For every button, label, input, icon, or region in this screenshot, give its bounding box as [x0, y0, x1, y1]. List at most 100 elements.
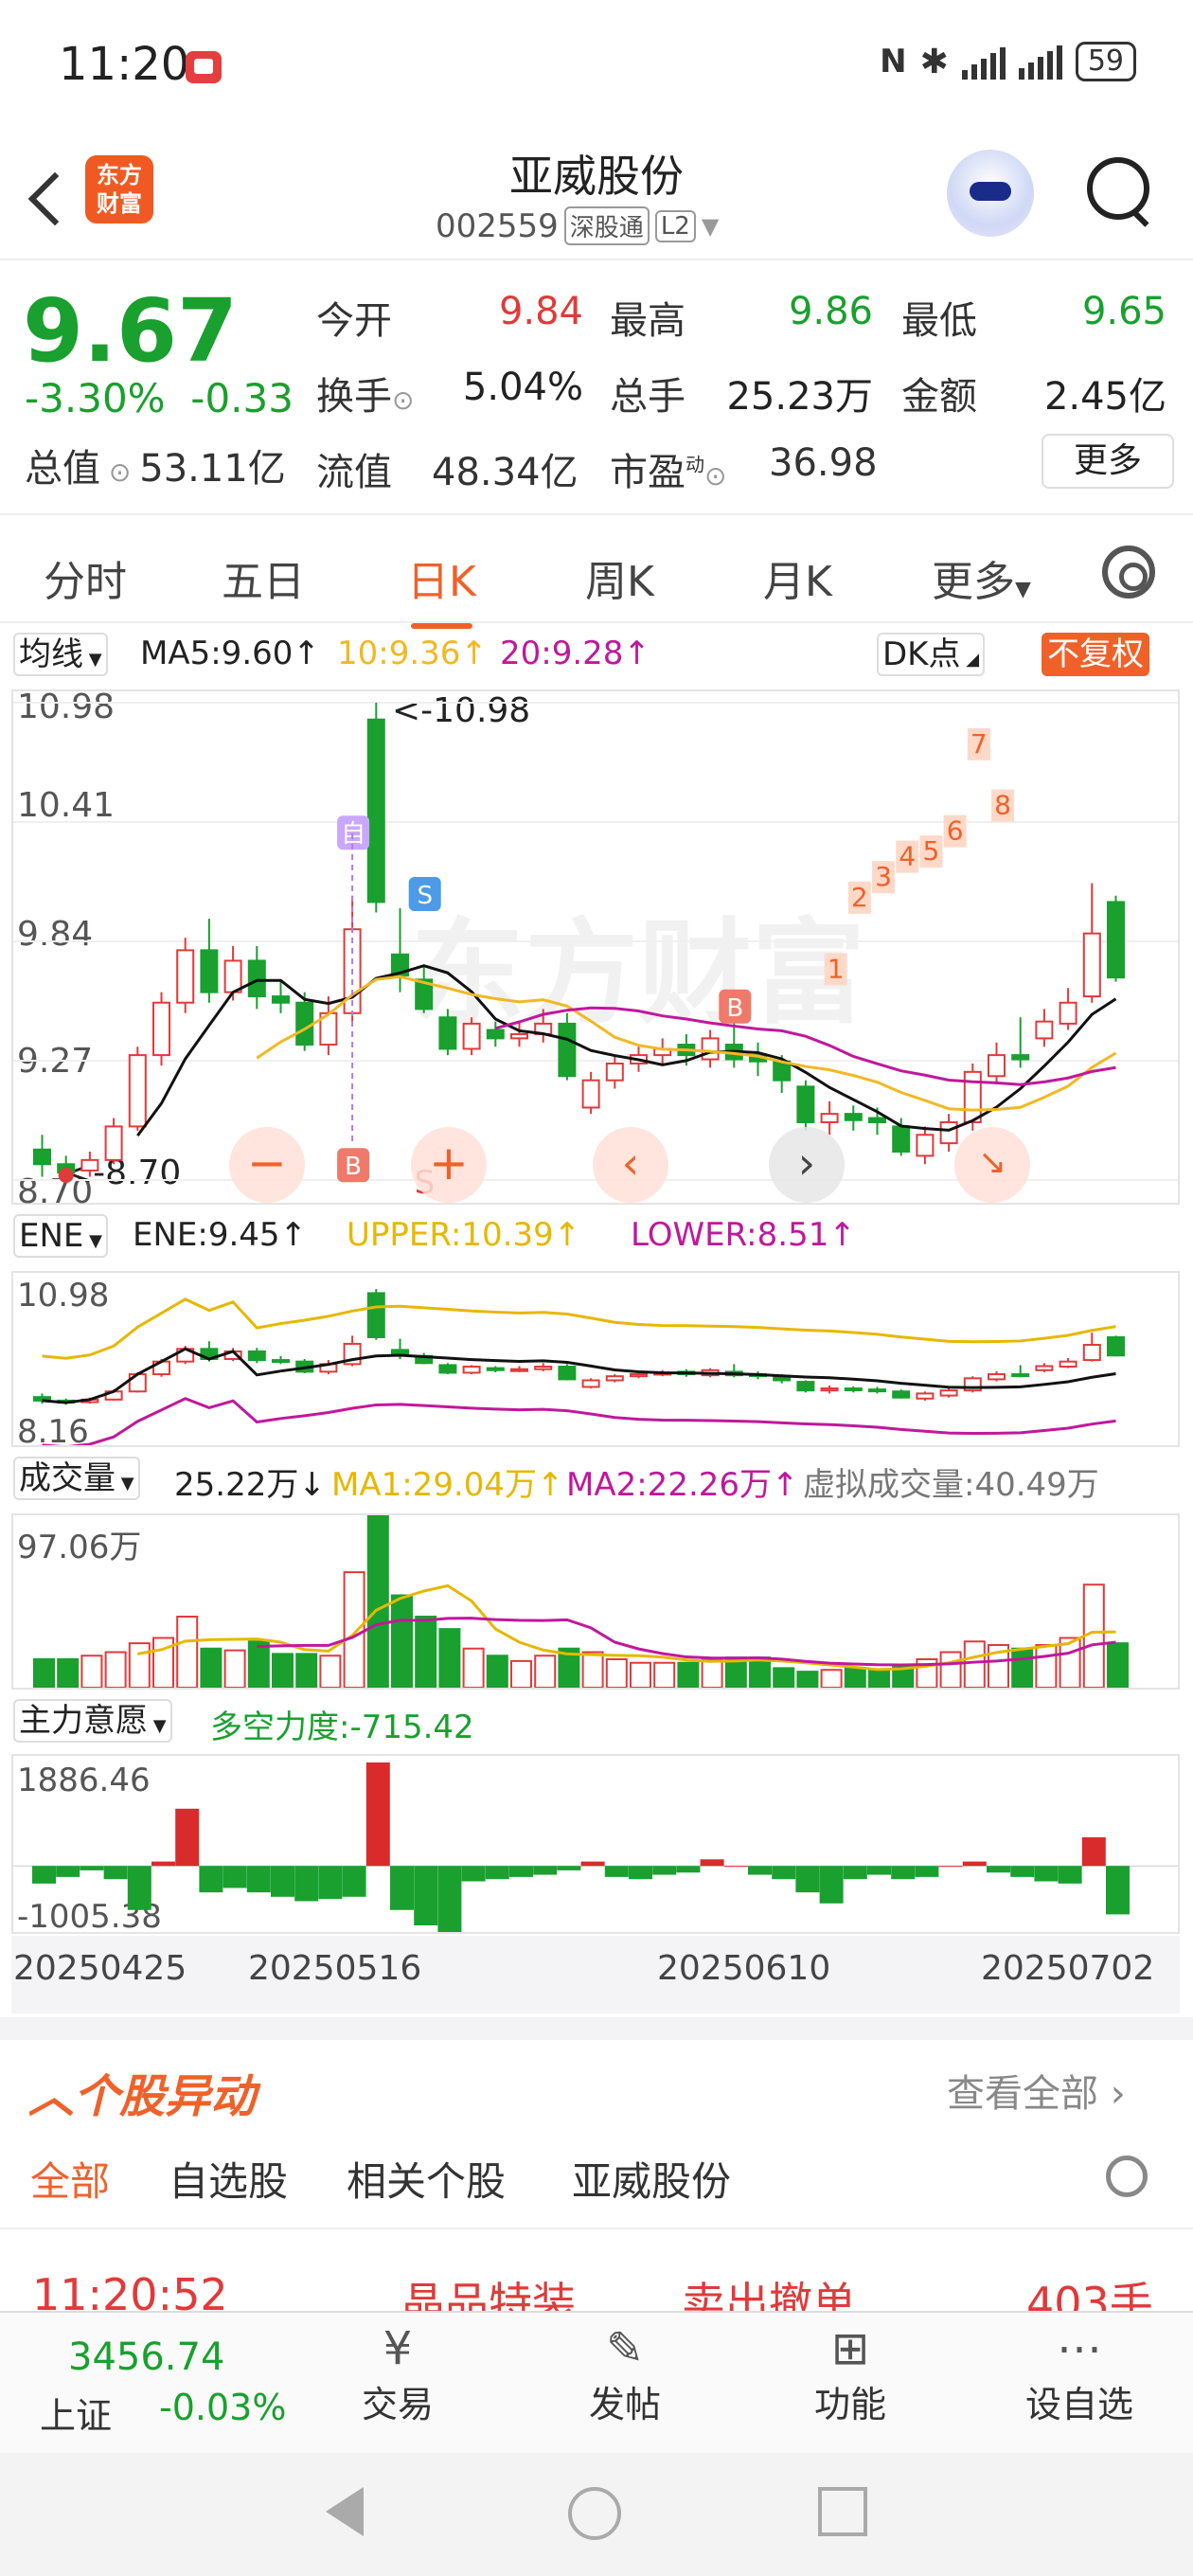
volume-bar — [939, 1651, 962, 1688]
high-label: 最高 — [610, 299, 686, 343]
dk-selector[interactable]: DK点 ◢ — [877, 633, 986, 676]
ene-candle-body — [366, 1292, 385, 1338]
change-pct: -3.30% — [25, 375, 166, 421]
nav-home-icon[interactable] — [568, 2487, 621, 2540]
scroll-left-button[interactable]: ‹ — [593, 1127, 668, 1203]
index-name: 上证 — [40, 2395, 113, 2437]
search-icon[interactable] — [1087, 157, 1153, 224]
subtab-all[interactable]: 全部 — [30, 2150, 110, 2208]
force-chart[interactable]: 1886.46 -1005.38 — [11, 1754, 1180, 1936]
volume-bar — [677, 1661, 700, 1688]
reset-zoom-button[interactable]: ↘ — [954, 1127, 1030, 1203]
mcap-value: 53.11亿 — [139, 447, 286, 491]
candle-body — [1107, 901, 1125, 979]
ene-candle-body — [868, 1388, 886, 1393]
more-button[interactable]: 更多 — [1042, 434, 1174, 489]
ene-candle-body — [1059, 1360, 1077, 1368]
pe-sup: 动 — [686, 453, 704, 476]
candle-body — [462, 1022, 481, 1050]
ene-chart[interactable]: 10.98 8.16 — [11, 1271, 1180, 1451]
adjust-button[interactable]: 不复权 — [1042, 633, 1149, 676]
force-bar — [271, 1866, 294, 1897]
force-bar — [700, 1859, 724, 1867]
subtab-watchlist[interactable]: 自选股 — [169, 2150, 288, 2208]
volume-bar — [534, 1655, 557, 1688]
volume-bar — [176, 1615, 199, 1688]
subtab-this-stock[interactable]: 亚威股份 — [572, 2150, 731, 2208]
amount-label: 金额 — [901, 375, 977, 419]
tab-weekly-k[interactable]: 周K — [585, 547, 654, 608]
ene-candle-body — [605, 1375, 624, 1382]
force-bar — [199, 1866, 223, 1893]
tab-intraday[interactable]: 分时 — [44, 547, 127, 608]
scroll-right-button[interactable]: › — [769, 1127, 845, 1203]
kline-chart[interactable]: 10.98 10.41 9.84 9.27 8.70 <-10.98 <-8.7… — [11, 688, 1180, 1211]
ene-lower-line — [42, 1397, 1116, 1445]
candle-body — [176, 949, 195, 1004]
moves-row[interactable]: 11:20:52 晶品特装 卖出撤单 403手 — [0, 2263, 1193, 2311]
status-time: 11:20 — [59, 38, 190, 91]
moves-settings-gear-icon[interactable] — [1106, 2156, 1148, 2197]
tab-five-day[interactable]: 五日 — [222, 547, 305, 608]
candle-body — [295, 1001, 314, 1046]
volume-selector[interactable]: 成交量 ▼ — [13, 1457, 140, 1500]
volume-bar — [295, 1653, 318, 1688]
settings-gear-icon[interactable] — [1102, 546, 1155, 599]
stock-moves-header: ︿个股异动 查看全部 › — [0, 2017, 1193, 2123]
candle-body — [1082, 932, 1101, 998]
ene-selector[interactable]: ENE ▼ — [13, 1214, 108, 1258]
assistant-robot-icon[interactable] — [947, 150, 1034, 237]
bottom-toolbar: 3456.74 上证 -0.03% ¥ 交易 ✎ 发帖 ⊞ 功能 ⋯ 设自选 — [0, 2311, 1193, 2453]
chevron-down-icon: ▼ — [148, 1716, 167, 1736]
ene-candle-body — [939, 1389, 958, 1397]
nav-back-icon[interactable] — [326, 2487, 364, 2536]
candle-body — [104, 1125, 123, 1161]
subtab-related[interactable]: 相关个股 — [347, 2150, 506, 2208]
force-selector[interactable]: 主力意愿 ▼ — [13, 1699, 172, 1743]
volume-bar — [630, 1661, 651, 1688]
volume-chart[interactable]: 97.06万 — [11, 1513, 1180, 1690]
ene-candle-body — [581, 1379, 600, 1388]
candle-body — [1035, 1020, 1054, 1040]
force-bar — [987, 1866, 1010, 1873]
ene-candle-body — [1035, 1365, 1054, 1371]
chevron-up-icon: ︿ — [28, 2070, 75, 2123]
moves-subtabs: 全部 自选股 相关个股 亚威股份 — [0, 2125, 1193, 2229]
force-bar — [318, 1866, 343, 1900]
force-bar — [437, 1866, 462, 1932]
yen-cycle-icon: ¥ — [383, 2322, 413, 2375]
force-bar — [915, 1866, 939, 1877]
post-button[interactable]: ✎ 发帖 — [578, 2322, 672, 2445]
low-marker — [58, 1168, 74, 1183]
info-icon: ⊙ — [100, 456, 140, 488]
stock-subtitle[interactable]: 002559 深股通 L2 ▼ — [436, 206, 719, 245]
force-bar — [962, 1861, 987, 1867]
zoom-in-button[interactable]: + — [411, 1127, 487, 1203]
open-label: 今开 — [316, 299, 392, 343]
chevron-down-icon: ▼ — [701, 212, 720, 240]
trade-button[interactable]: ¥ 交易 — [350, 2322, 445, 2445]
index-ticker[interactable]: 3456.74 上证 -0.03% — [27, 2324, 286, 2447]
level-tag: L2 — [654, 209, 696, 242]
trade-label: 交易 — [361, 2384, 434, 2425]
tab-monthly-k[interactable]: 月K — [763, 547, 832, 608]
candle-body — [438, 1016, 457, 1050]
count-tag: 1 — [828, 953, 845, 984]
volume-selector-label: 成交量 — [19, 1459, 116, 1497]
tab-more[interactable]: 更多▼ — [932, 547, 1031, 608]
nav-recents-icon[interactable] — [818, 2487, 867, 2536]
tab-daily-k[interactable]: 日K — [407, 547, 476, 629]
exchange-tag: 深股通 — [563, 206, 650, 245]
candle-body — [796, 1085, 815, 1123]
zoom-out-button[interactable]: − — [229, 1127, 305, 1203]
volume-bar — [33, 1657, 55, 1688]
low-value: 9.65 — [1081, 290, 1166, 333]
ma-selector[interactable]: 均线 ▼ — [13, 633, 108, 676]
force-bar — [533, 1866, 558, 1875]
view-all-link[interactable]: 查看全部 › — [947, 2063, 1126, 2118]
ene-lower: LOWER:8.51↑ — [631, 1216, 856, 1254]
ene-upper: UPPER:10.39↑ — [347, 1216, 581, 1254]
function-button[interactable]: ⊞ 功能 — [803, 2322, 898, 2445]
add-watchlist-button[interactable]: ⋯ 设自选 — [1013, 2322, 1146, 2445]
candle-body — [200, 949, 219, 993]
